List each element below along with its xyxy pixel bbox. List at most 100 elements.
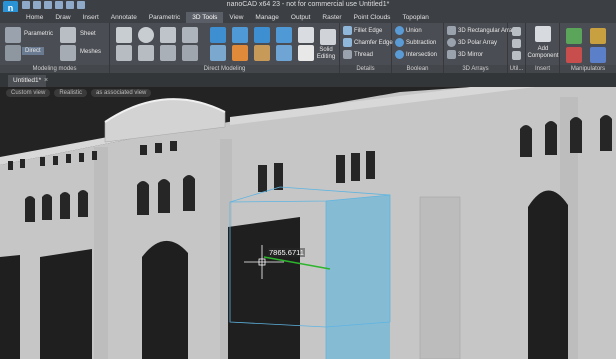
add-component-button[interactable]: Add Component	[527, 46, 559, 60]
sheet-button[interactable]: Sheet	[80, 31, 96, 37]
panel-details: Fillet Edge Chamfer Edge Thread Details	[340, 23, 393, 73]
viewport-3d[interactable]: Custom view Realistic as associated view…	[0, 87, 616, 359]
thread-button[interactable]: Thread	[343, 50, 373, 59]
thread-label: Thread	[354, 51, 374, 58]
solid-editing-icon	[320, 29, 336, 45]
panel-boolean: Union Subtraction Intersection Boolean	[392, 23, 444, 73]
chamfer-edge-icon	[343, 38, 352, 47]
press-pull-icon[interactable]	[210, 45, 226, 61]
custom-view-button[interactable]: Custom view	[6, 89, 51, 97]
cone-icon[interactable]	[160, 27, 176, 43]
rectangular-array-label: 3D Rectangular Array	[458, 27, 516, 34]
wall-panel	[419, 196, 461, 359]
wedge-icon[interactable]	[160, 45, 176, 61]
shell-icon[interactable]	[232, 45, 248, 61]
tab-parametric[interactable]: Parametric	[143, 12, 186, 23]
solid-editing-button[interactable]: Solid Editing	[314, 47, 338, 61]
manipulator-move-icon[interactable]	[566, 28, 582, 44]
slice-icon[interactable]	[298, 27, 314, 43]
dimension-input[interactable]: 7865.6711	[268, 248, 305, 257]
panel-direct-modeling: Solid Editing Direct Modeling	[110, 23, 340, 73]
sphere-icon[interactable]	[138, 27, 154, 43]
panel-label-boolean: Boolean	[392, 65, 443, 73]
direct-button[interactable]: Direct	[22, 47, 44, 55]
tab-raster[interactable]: Raster	[316, 12, 347, 23]
intersection-button[interactable]: Intersection	[395, 50, 437, 59]
fillet-edge-button[interactable]: Fillet Edge	[343, 26, 382, 35]
revolve-icon[interactable]	[232, 27, 248, 43]
tab-view[interactable]: View	[223, 12, 249, 23]
move-face-icon[interactable]	[276, 45, 292, 61]
planar-surface-icon[interactable]	[298, 45, 314, 61]
subtraction-button[interactable]: Subtraction	[395, 38, 436, 47]
document-tab-untitled1[interactable]: Untitled1*	[8, 75, 47, 87]
box-icon[interactable]	[116, 27, 132, 43]
loft-icon[interactable]	[276, 27, 292, 43]
chamfer-edge-button[interactable]: Chamfer Edge	[343, 38, 393, 47]
visual-style-button[interactable]: Realistic	[54, 89, 88, 97]
viewport-controls: Custom view Realistic as associated view	[6, 89, 152, 97]
close-tab-icon[interactable]: ×	[44, 75, 48, 87]
tab-topoplan[interactable]: Topoplan	[396, 12, 434, 23]
subtraction-label: Subtraction	[406, 39, 437, 46]
panel-label-modeling-modes: Modeling modes	[0, 65, 109, 73]
building-model	[0, 87, 616, 359]
tab-3d-tools[interactable]: 3D Tools	[186, 12, 224, 23]
util-icon-3[interactable]	[512, 51, 521, 60]
panel-modeling-modes: Parametric Direct Sheet Meshes Modeling …	[0, 23, 110, 73]
panel-manipulators: Manipulators	[560, 23, 616, 73]
union-icon	[395, 26, 404, 35]
manipulator-scale-icon[interactable]	[566, 47, 582, 63]
title-bar: n nanoCAD x64 23 - not for commercial us…	[0, 0, 616, 16]
util-icon-2[interactable]	[512, 39, 521, 48]
ribbon: Parametric Direct Sheet Meshes Modeling …	[0, 23, 616, 73]
offset-face-icon[interactable]	[254, 45, 270, 61]
sheet-icon	[60, 27, 76, 43]
tab-output[interactable]: Output	[285, 12, 317, 23]
tab-point-clouds[interactable]: Point Clouds	[348, 12, 397, 23]
rectangular-array-button[interactable]: 3D Rectangular Array	[447, 26, 515, 35]
document-tabs: Untitled1* ×	[0, 73, 616, 87]
parametric-button[interactable]: Parametric	[24, 31, 53, 37]
union-button[interactable]: Union	[395, 26, 422, 35]
fillet-edge-label: Fillet Edge	[354, 27, 383, 34]
pyramid-icon[interactable]	[138, 45, 154, 61]
associated-view-button[interactable]: as associated view	[91, 89, 152, 97]
polar-array-button[interactable]: 3D Polar Array	[447, 38, 497, 47]
add-component-icon	[535, 26, 551, 42]
panel-label-direct-modeling: Direct Modeling	[110, 65, 339, 73]
panel-label-manipulators: Manipulators	[560, 65, 616, 73]
util-icon-1[interactable]	[512, 27, 521, 36]
tab-manage[interactable]: Manage	[249, 12, 285, 23]
polar-array-label: 3D Polar Array	[458, 39, 498, 46]
mirror-3d-button[interactable]: 3D Mirror	[447, 50, 483, 59]
tab-home[interactable]: Home	[20, 12, 49, 23]
ribbon-tabs: Home Draw Insert Annotate Parametric 3D …	[0, 12, 616, 23]
panel-label-details: Details	[340, 65, 391, 73]
tab-annotate[interactable]: Annotate	[105, 12, 143, 23]
panel-util: Util...	[508, 23, 526, 73]
panel-label-3d-arrays: 3D Arrays	[444, 65, 507, 73]
panel-insert: Add Component Insert	[526, 23, 560, 73]
cylinder-icon[interactable]	[116, 45, 132, 61]
meshes-button[interactable]: Meshes	[80, 49, 101, 55]
subtraction-icon	[395, 38, 404, 47]
tab-draw[interactable]: Draw	[49, 12, 76, 23]
sweep-icon[interactable]	[254, 27, 270, 43]
polar-array-icon	[447, 38, 456, 47]
panel-label-util: Util...	[508, 65, 525, 73]
manipulator-align-icon[interactable]	[590, 47, 606, 63]
panel-label-insert: Insert	[526, 65, 559, 73]
tab-insert[interactable]: Insert	[77, 12, 105, 23]
window-title: nanoCAD x64 23 - not for commercial use …	[226, 1, 390, 8]
mirror-3d-label: 3D Mirror	[458, 51, 483, 58]
meshes-icon	[60, 45, 76, 61]
intersection-icon	[395, 50, 404, 59]
pilaster	[94, 147, 108, 359]
extrude-icon[interactable]	[210, 27, 226, 43]
manipulator-rotate-icon[interactable]	[590, 28, 606, 44]
torus-icon[interactable]	[182, 27, 198, 43]
pipe-icon[interactable]	[182, 45, 198, 61]
fillet-edge-icon	[343, 26, 352, 35]
thread-icon	[343, 50, 352, 59]
